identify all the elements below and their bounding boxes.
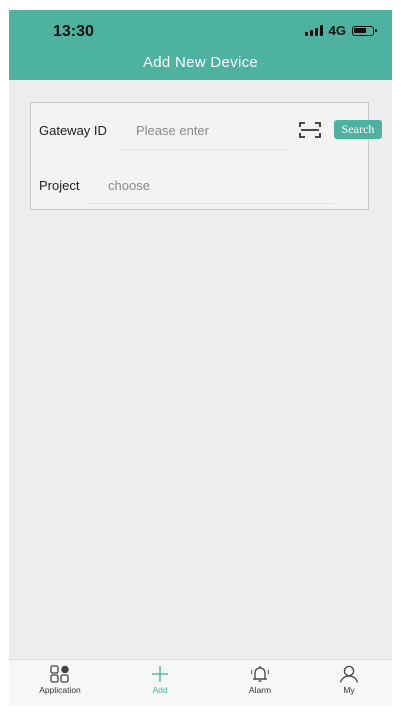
bell-icon: [251, 666, 269, 682]
device-form: Gateway ID Search Project: [30, 102, 382, 210]
battery-icon: [352, 25, 377, 36]
status-time: 13:30: [53, 23, 94, 40]
scan-icon[interactable]: [299, 121, 321, 139]
network-label: 4G: [328, 23, 346, 38]
page-title: Add New Device: [142, 54, 259, 71]
tab-alarm[interactable]: Alarm: [225, 660, 295, 706]
tab-add[interactable]: Add: [125, 660, 195, 706]
tab-application[interactable]: Application: [25, 660, 95, 706]
header-bar: 13:30 4G Add New Device: [9, 10, 392, 80]
gateway-id-underline: [121, 149, 289, 150]
grid-icon: [50, 665, 69, 683]
tab-my-label: My: [343, 685, 355, 695]
tab-alarm-label: Alarm: [248, 685, 272, 695]
plus-icon: [152, 666, 168, 682]
user-icon: [339, 665, 359, 683]
app-screen: 13:30 4G Add New Device Gateway ID Searc…: [9, 10, 392, 706]
search-button[interactable]: Search: [334, 120, 382, 139]
project-underline: [89, 203, 334, 204]
tab-application-label: Application: [39, 685, 81, 695]
tab-bar: Application Add Alarm My: [9, 659, 392, 706]
status-indicators: 4G: [304, 23, 377, 38]
project-select[interactable]: [108, 176, 308, 194]
tab-my[interactable]: My: [314, 660, 384, 706]
signal-icon: [304, 25, 323, 36]
project-label: Project: [39, 178, 80, 193]
tab-add-label: Add: [152, 685, 168, 695]
gateway-id-label: Gateway ID: [39, 123, 107, 138]
gateway-id-input[interactable]: [136, 121, 286, 139]
